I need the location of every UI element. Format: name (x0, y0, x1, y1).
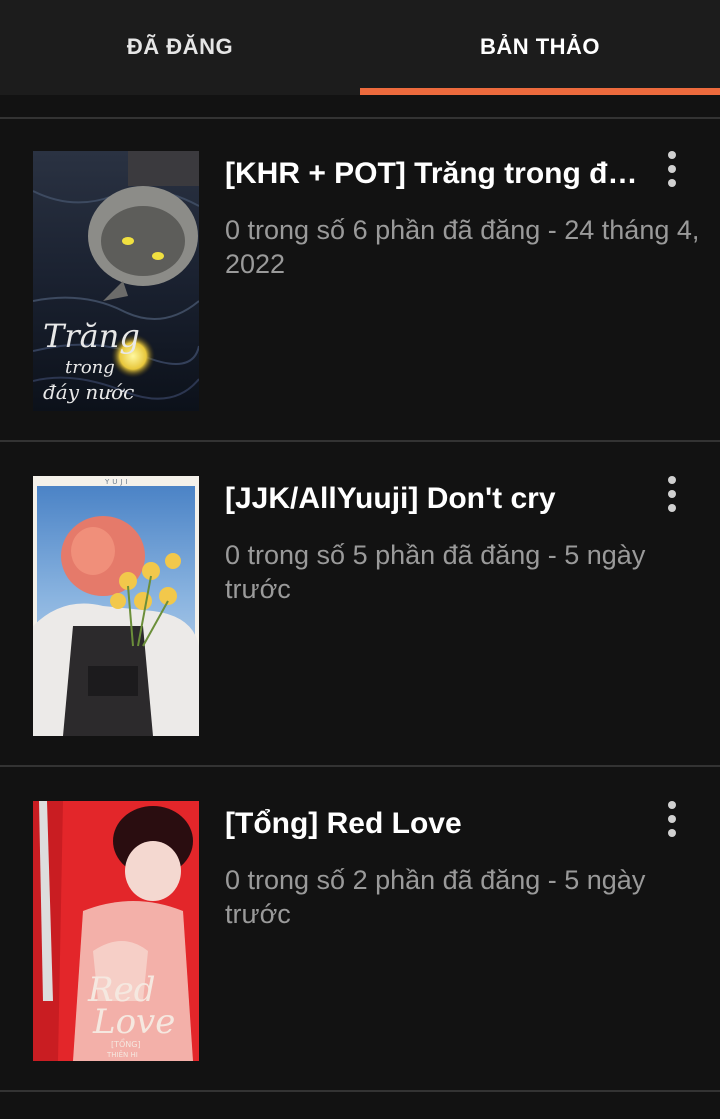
list-item-story-3[interactable]: Red Love [TỔNG] THIÊN HI [Tổng] Red Love… (0, 767, 720, 1092)
cover-1-text-3: đáy nước (43, 380, 134, 404)
story-title[interactable]: [Tổng] Red Love (225, 805, 645, 843)
story-cover-1[interactable]: Trăng trong đáy nước (33, 151, 199, 411)
draft-story-list: Trăng trong đáy nước [KHR + POT] Trăng t… (0, 117, 720, 1092)
more-options-icon[interactable] (657, 799, 687, 839)
tab-bar: ĐÃ ĐĂNG BẢN THẢO (0, 0, 720, 95)
list-item-story-2[interactable]: YUJI [JJK/AllYuuji] Don't cry 0 trong số… (0, 442, 720, 767)
story-title[interactable]: [JJK/AllYuuji] Don't cry (225, 480, 645, 518)
more-options-icon[interactable] (657, 474, 687, 514)
more-options-icon[interactable] (657, 149, 687, 189)
story-meta: 0 trong số 2 phần đã đăng - 5 ngày trước (225, 865, 646, 929)
cover-1-text-2: trong (65, 357, 115, 378)
tab-published[interactable]: ĐÃ ĐĂNG (0, 0, 360, 95)
story-title[interactable]: [KHR + POT] Trăng trong đá... (225, 155, 645, 193)
story-cover-2[interactable]: YUJI (33, 476, 199, 736)
cover-3-text-4: THIÊN HI (106, 1050, 138, 1059)
cover-3-text-2: Love (92, 1002, 175, 1042)
list-top-divider (0, 95, 720, 119)
story-meta: 0 trong số 6 phần đã đăng - 24 tháng 4, … (225, 215, 700, 279)
list-item-story-1[interactable]: Trăng trong đáy nước [KHR + POT] Trăng t… (0, 117, 720, 442)
tab-published-label: ĐÃ ĐĂNG (126, 33, 234, 59)
tab-drafts[interactable]: BẢN THẢO (360, 0, 720, 95)
story-cover-3[interactable]: Red Love [TỔNG] THIÊN HI (33, 801, 199, 1061)
active-tab-indicator (360, 88, 720, 95)
tab-drafts-label: BẢN THẢO (479, 33, 601, 59)
story-meta: 0 trong số 5 phần đã đăng - 5 ngày trước (225, 540, 646, 604)
cover-2-text: YUJI (104, 478, 131, 486)
cover-1-text-1: Trăng (43, 317, 140, 355)
